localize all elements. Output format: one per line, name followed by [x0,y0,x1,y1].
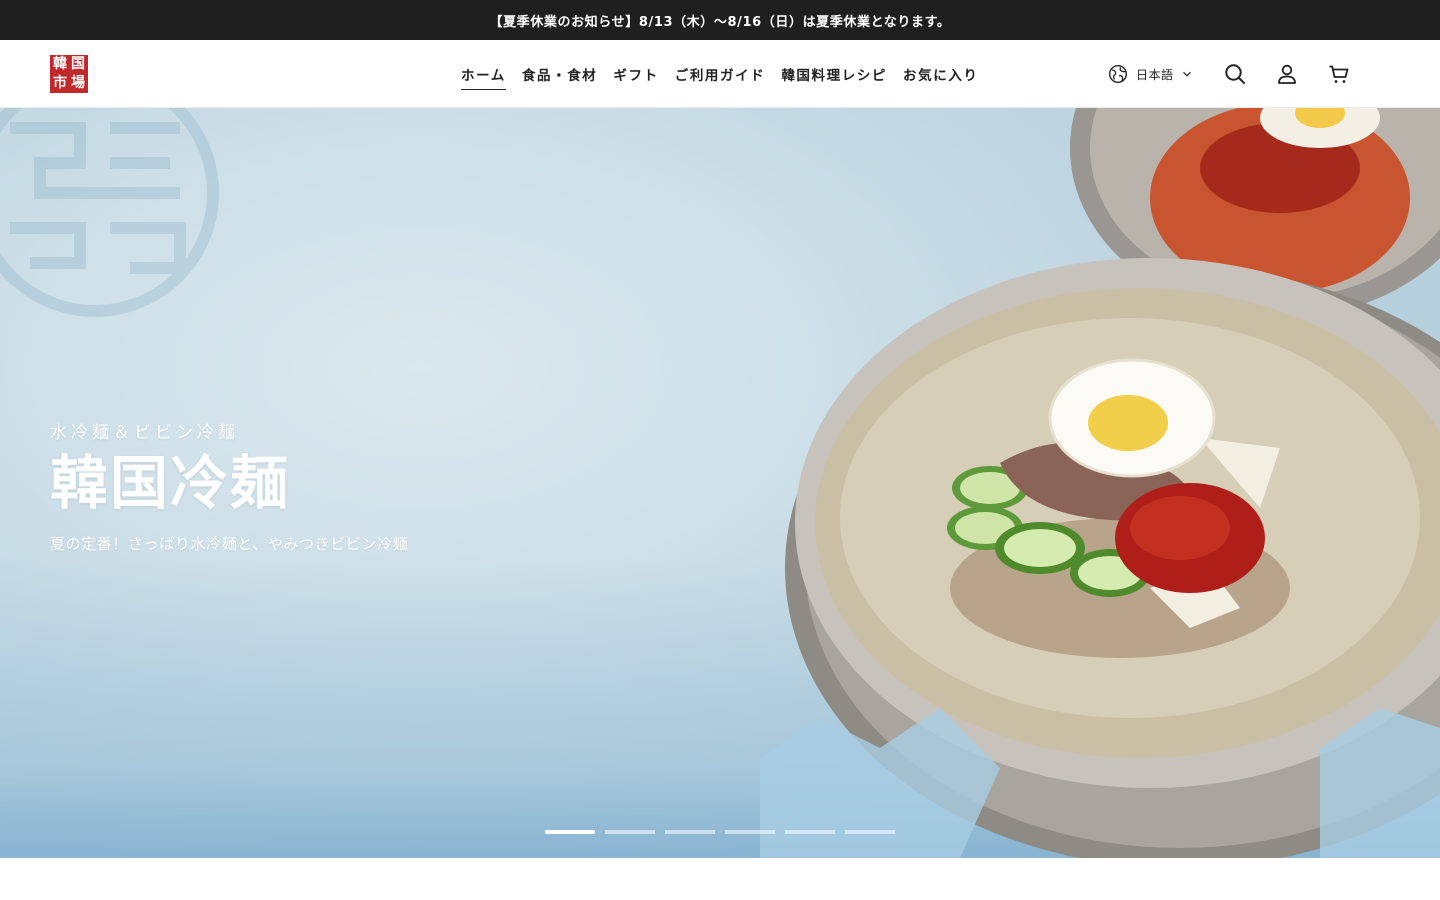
cold-noodle-bowl-image [760,108,1440,858]
pattern-medallion-graphic [0,108,219,317]
slider-dot[interactable] [785,830,835,834]
hero-content: 水冷麺＆ビビン冷麺 韓国冷麺 夏の定番！さっぱり水冷麺と、やみつきビビン冷麺 [50,418,408,554]
slider-dot[interactable] [845,830,895,834]
announcement-bar: 【夏季休業のお知らせ】8/13（木）〜8/16（日）は夏季休業となります。 [0,0,1440,40]
search-icon[interactable] [1223,62,1247,86]
slider-pagination [545,830,905,834]
nav-item-gift[interactable]: ギフト [613,58,658,90]
logo-char: 韓 [53,56,67,72]
hero-title: 韓国冷麺 [50,449,291,517]
language-selector[interactable]: 日本語 [1108,62,1192,86]
logo-char: 市 [53,75,67,91]
slider-dot[interactable] [605,830,655,834]
site-logo[interactable]: 韓 国 市 場 [50,55,88,93]
account-icon[interactable] [1275,62,1299,86]
nav-item-favorites[interactable]: お気に入り [903,58,979,90]
language-label: 日本語 [1136,67,1174,82]
logo-char: 国 [71,56,85,72]
hero-banner[interactable]: 水冷麺＆ビビン冷麺 韓国冷麺 夏の定番！さっぱり水冷麺と、やみつきビビン冷麺 [0,108,1440,858]
nav-item-recipes[interactable]: 韓国料理レシピ [781,58,887,90]
slider-dot[interactable] [545,830,595,834]
nav-item-home[interactable]: ホーム [461,58,506,90]
slider-dot[interactable] [665,830,715,834]
globe-icon [1108,64,1128,84]
nav-item-guide[interactable]: ご利用ガイド [675,58,766,90]
hero-subtitle: 水冷麺＆ビビン冷麺 [50,423,239,443]
site-header: 韓 国 市 場 ホーム 食品・食材 ギフト ご利用ガイド 韓国料理レシピ お気に… [0,40,1440,108]
slider-dot[interactable] [725,830,775,834]
cart-icon[interactable] [1327,62,1351,86]
logo-char: 場 [71,75,85,91]
chevron-down-icon [1182,71,1191,77]
announcement-text: 【夏季休業のお知らせ】8/13（木）〜8/16（日）は夏季休業となります。 [489,14,951,30]
nav-item-food[interactable]: 食品・食材 [522,58,598,90]
hero-description: 夏の定番！さっぱり水冷麺と、やみつきビビン冷麺 [50,535,409,553]
main-nav: ホーム 食品・食材 ギフト ご利用ガイド 韓国料理レシピ お気に入り [461,40,995,108]
